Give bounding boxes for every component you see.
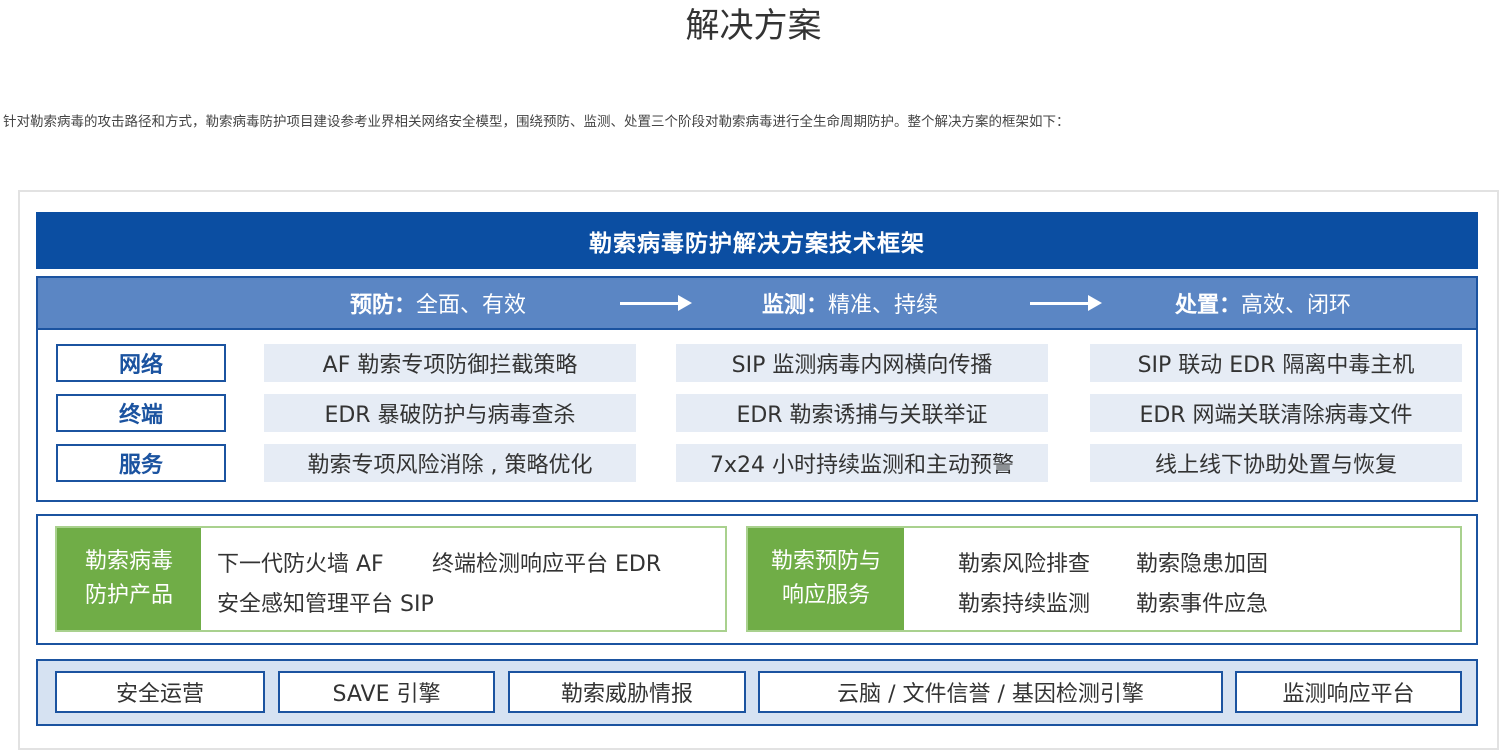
diagram-banner: 勒索病毒防护解决方案技术框架 bbox=[36, 212, 1478, 269]
product-head-line1: 勒索病毒 bbox=[84, 549, 173, 574]
row-label-endpoint: 终端 bbox=[56, 394, 226, 432]
service-item: 勒索风险排查 bbox=[958, 552, 1091, 577]
service-head-line1: 勒索预防与 bbox=[770, 549, 881, 574]
arrow-right-icon bbox=[620, 295, 692, 311]
matrix-cell: 7x24 小时持续监测和主动预警 bbox=[676, 444, 1048, 482]
intro-text: 针对勒索病毒的攻击路径和方式，勒索病毒防护项目建设参考业界相关网络安全模型，围绕… bbox=[3, 114, 1070, 130]
product-box: 勒索病毒 防护产品 下一代防火墙 AF 终端检测响应平台 EDR 安全感知管理平… bbox=[55, 526, 727, 632]
platform-bar: 安全运营 SAVE 引擎 勒索威胁情报 云脑 / 文件信誉 / 基因检测引擎 监… bbox=[36, 659, 1478, 726]
service-box-head: 勒索预防与 响应服务 bbox=[748, 528, 904, 630]
phase-respond: 处置： 高效、闭环 bbox=[1175, 278, 1351, 328]
arrow-right-icon bbox=[1030, 295, 1102, 311]
platform-item: 勒索威胁情报 bbox=[508, 671, 746, 713]
platform-item: SAVE 引擎 bbox=[278, 671, 495, 713]
phase-prevent-name: 预防： bbox=[350, 293, 417, 318]
product-item: 终端检测响应平台 EDR bbox=[432, 552, 662, 577]
phase-respond-name: 处置： bbox=[1175, 293, 1242, 318]
matrix-cell: EDR 勒索诱捕与关联举证 bbox=[676, 394, 1048, 432]
phase-respond-desc: 高效、闭环 bbox=[1241, 293, 1352, 318]
product-box-head: 勒索病毒 防护产品 bbox=[57, 528, 201, 630]
matrix-cell: AF 勒索专项防御拦截策略 bbox=[264, 344, 636, 382]
capability-matrix: 网络 AF 勒索专项防御拦截策略 SIP 监测病毒内网横向传播 SIP 联动 E… bbox=[36, 330, 1478, 502]
service-item: 勒索事件应急 bbox=[1136, 592, 1269, 617]
page-title: 解决方案 bbox=[685, 6, 822, 46]
platform-item: 安全运营 bbox=[55, 671, 265, 713]
products-services-section: 勒索病毒 防护产品 下一代防火墙 AF 终端检测响应平台 EDR 安全感知管理平… bbox=[36, 514, 1478, 645]
service-head-line2: 响应服务 bbox=[781, 583, 870, 608]
platform-item: 监测响应平台 bbox=[1235, 671, 1462, 713]
matrix-cell: EDR 网端关联清除病毒文件 bbox=[1090, 394, 1462, 432]
matrix-cell: 勒索专项风险消除 , 策略优化 bbox=[264, 444, 636, 482]
product-head-line2: 防护产品 bbox=[84, 583, 173, 608]
platform-item: 云脑 / 文件信誉 / 基因检测引擎 bbox=[758, 671, 1223, 713]
matrix-cell: EDR 暴破防护与病毒查杀 bbox=[264, 394, 636, 432]
phase-monitor: 监测： 精准、持续 bbox=[762, 278, 938, 328]
service-box: 勒索预防与 响应服务 勒索风险排查 勒索隐患加固 勒索持续监测 勒索事件应急 bbox=[746, 526, 1462, 632]
matrix-cell: SIP 监测病毒内网横向传播 bbox=[676, 344, 1048, 382]
phase-prevent-desc: 全面、有效 bbox=[416, 293, 527, 318]
row-label-network: 网络 bbox=[56, 344, 226, 382]
phase-prevent: 预防： 全面、有效 bbox=[350, 278, 526, 328]
product-item: 安全感知管理平台 SIP bbox=[217, 592, 434, 617]
service-item: 勒索隐患加固 bbox=[1136, 552, 1269, 577]
service-item: 勒索持续监测 bbox=[958, 592, 1091, 617]
phase-monitor-desc: 精准、持续 bbox=[828, 293, 939, 318]
phase-monitor-name: 监测： bbox=[762, 293, 829, 318]
phase-bar: 预防： 全面、有效 监测： 精准、持续 处置： 高效、闭环 bbox=[36, 276, 1478, 330]
matrix-cell: 线上线下协助处置与恢复 bbox=[1090, 444, 1462, 482]
row-label-service: 服务 bbox=[56, 444, 226, 482]
matrix-cell: SIP 联动 EDR 隔离中毒主机 bbox=[1090, 344, 1462, 382]
product-item: 下一代防火墙 AF bbox=[217, 552, 384, 577]
